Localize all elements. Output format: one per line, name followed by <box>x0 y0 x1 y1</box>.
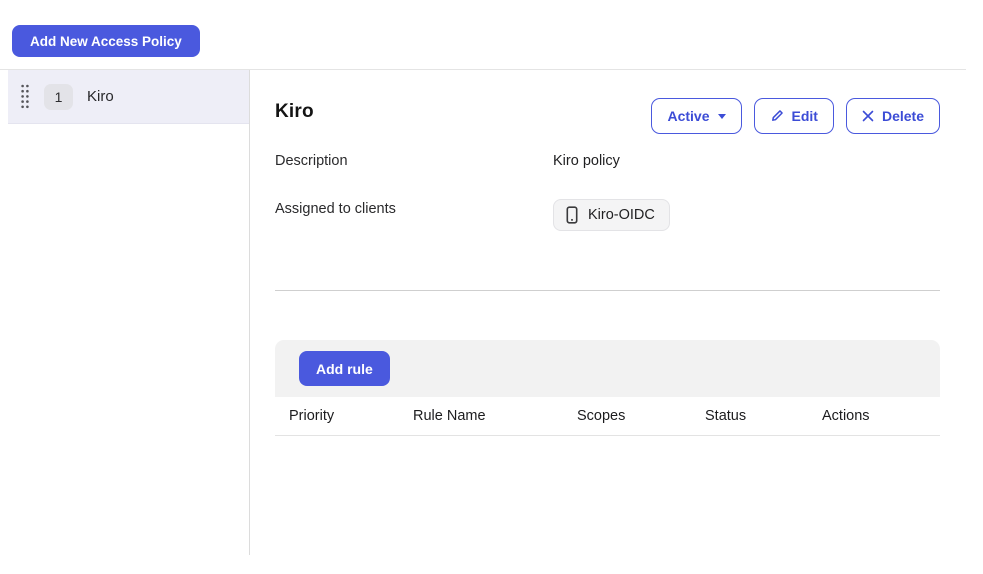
section-divider <box>275 290 940 291</box>
detail-actions: Active Edit <box>651 98 940 134</box>
edit-label: Edit <box>792 108 818 124</box>
rules-section: Add rule Priority Rule Name Scopes Statu… <box>275 340 940 436</box>
top-toolbar: Add New Access Policy <box>0 0 966 70</box>
policy-detail-panel: Kiro Active Edit <box>250 70 983 555</box>
status-label: Active <box>667 108 709 124</box>
status-dropdown-button[interactable]: Active <box>651 98 741 134</box>
assigned-clients-label: Assigned to clients <box>275 199 553 217</box>
edit-button[interactable]: Edit <box>754 98 834 134</box>
description-label: Description <box>275 151 553 169</box>
delete-button[interactable]: Delete <box>846 98 940 134</box>
description-value: Kiro policy <box>553 151 620 169</box>
client-chip-label: Kiro-OIDC <box>588 207 655 223</box>
rules-toolbar: Add rule <box>275 340 940 397</box>
column-header-actions: Actions <box>822 408 940 424</box>
detail-header: Kiro Active Edit <box>275 98 940 134</box>
assigned-clients-row: Assigned to clients Kiro-OIDC <box>275 199 940 231</box>
policy-list-sidebar: 1 Kiro <box>0 70 250 555</box>
description-row: Description Kiro policy <box>275 151 940 169</box>
priority-index-badge: 1 <box>44 84 73 110</box>
access-policy-page: Add New Access Policy 1 Kiro <box>0 0 983 555</box>
policy-list-item[interactable]: 1 Kiro <box>8 70 249 124</box>
content-layout: 1 Kiro Kiro Active <box>0 70 983 555</box>
policy-name-label: Kiro <box>87 88 114 105</box>
rules-table-header: Priority Rule Name Scopes Status Actions <box>275 397 940 436</box>
close-icon <box>862 110 874 122</box>
add-rule-button[interactable]: Add rule <box>299 351 390 386</box>
column-header-priority: Priority <box>289 408 413 424</box>
column-header-status: Status <box>705 408 822 424</box>
column-header-rule-name: Rule Name <box>413 408 577 424</box>
drag-handle-icon[interactable] <box>20 83 30 110</box>
mobile-phone-icon <box>565 206 579 224</box>
column-header-scopes: Scopes <box>577 408 705 424</box>
delete-label: Delete <box>882 108 924 124</box>
caret-down-icon <box>718 114 726 119</box>
add-new-access-policy-button[interactable]: Add New Access Policy <box>12 25 200 57</box>
pencil-icon <box>770 109 784 123</box>
client-chip[interactable]: Kiro-OIDC <box>553 199 670 231</box>
policy-title: Kiro <box>275 101 314 123</box>
